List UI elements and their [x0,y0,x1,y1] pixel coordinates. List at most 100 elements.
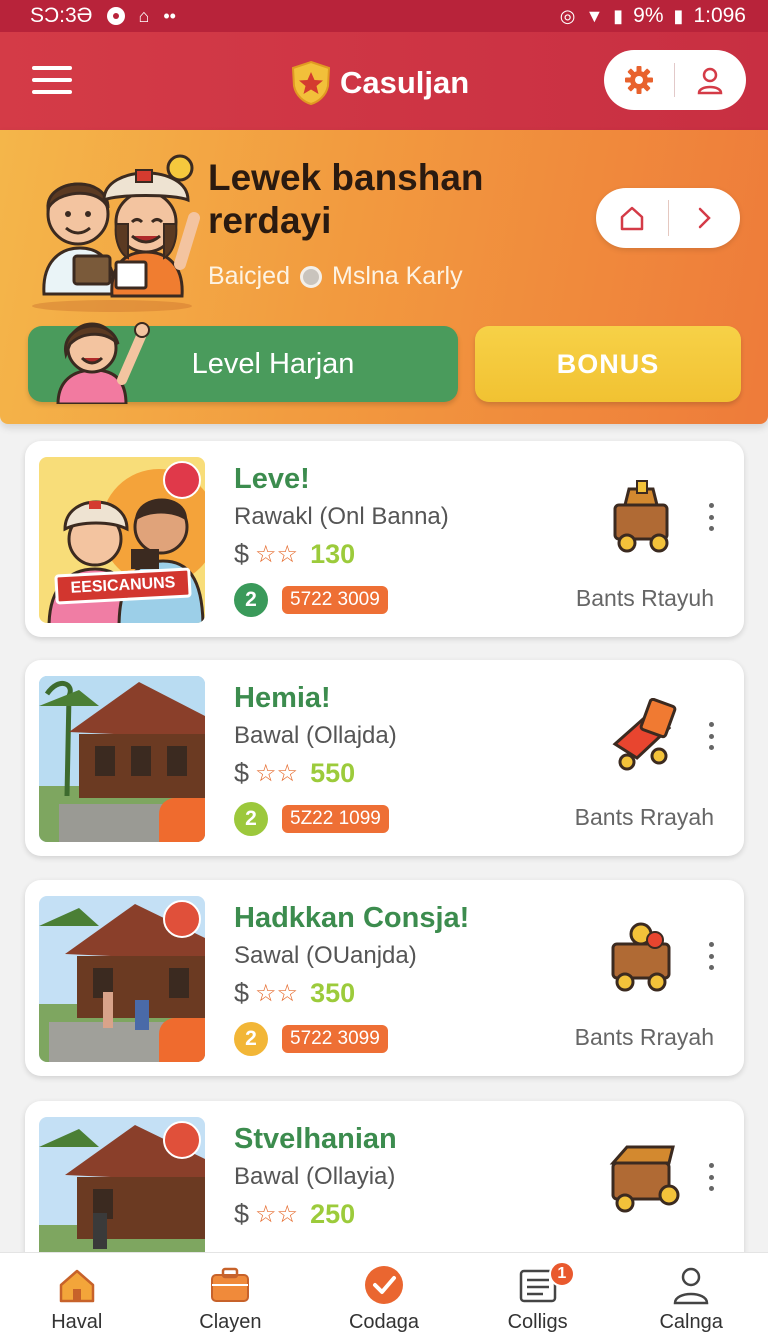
more-notifications-icon: •• [163,5,176,26]
meta-row: 2 5722 3099 [234,1022,388,1056]
stars-icon: ☆☆ [255,1201,299,1228]
rating-row: $ ☆☆ 130 [234,539,355,570]
red-wagon-icon [612,698,677,771]
level-button-label: Level Harjan [191,347,355,380]
more-dot-icon [708,722,714,727]
more-dot-icon [708,514,714,520]
home-outline-icon [620,206,643,231]
stars-icon: ☆☆ [255,760,299,787]
more-dot-icon [708,745,714,750]
more-dot-icon [708,1174,714,1180]
item-thumbnail [39,896,205,1062]
nav-item-calnga[interactable]: Calnga [614,1253,768,1344]
menu-icon-line [32,78,72,82]
item-price: 350 [310,978,356,1008]
notification-badge: 1 [548,1261,575,1287]
bonus-button-label: BONUS [556,348,660,379]
header-actions [604,50,746,110]
shield-star-icon [291,60,331,106]
settings-button[interactable] [604,50,674,110]
item-title: Hemia! [234,682,331,714]
bottom-navigation: Haval Clayen Codaga 1 Colligs Calnga [0,1252,768,1344]
check-corner-icon [159,1018,205,1062]
currency-icon: $ [234,1199,250,1229]
favorite-badge-icon [163,1121,201,1159]
currency-icon: $ [234,758,250,788]
item-owner: Bants Rrayah [574,804,714,830]
item-price: 250 [310,1199,356,1229]
more-options-button[interactable] [701,938,721,974]
nav-label: Clayen [199,1311,262,1333]
currency-icon: $ [234,539,250,569]
meta-row: 2 5722 3009 [234,583,388,617]
app-notification-icon: ⌂ [138,5,150,26]
profile-button[interactable] [675,50,745,110]
alarm-icon: ◎ [559,5,576,26]
item-price: 130 [310,539,356,569]
more-dot-icon [708,1163,714,1168]
stars-icon: ☆☆ [255,980,299,1007]
item-title: Leve! [234,463,310,495]
item-title: Hadkkan Consja! [234,902,470,934]
nav-item-haval[interactable]: Haval [0,1253,154,1344]
brand: Casuljan [290,60,469,106]
app-name: Casuljan [340,65,470,100]
check-corner-icon [159,798,205,842]
code-pill: 5Z22 1099 [282,805,389,833]
code-pill: 5722 3099 [282,1025,388,1053]
next-button[interactable] [669,188,741,248]
item-owner: Bants Rtayuh [575,585,714,611]
more-options-button[interactable] [701,499,721,535]
more-dot-icon [708,733,714,739]
hero-banner: Lewek banshan rerdayi Baicjed Mslna Karl… [0,130,768,424]
meta-row: 2 5Z22 1099 [234,802,389,836]
rating-row: $ ☆☆ 250 [234,1199,355,1230]
more-dot-icon [708,942,714,947]
wifi-icon: ▼ [585,5,604,26]
separator-dot-icon [300,265,322,288]
more-dot-icon [708,503,714,508]
currency-icon: $ [234,978,250,1008]
signal-icon: ▮ [613,5,624,26]
rating-row: $ ☆☆ 350 [234,978,355,1009]
status-clock: 1:096 [693,4,746,27]
nav-item-colligs[interactable]: 1 Colligs [461,1253,615,1344]
nav-item-codaga[interactable]: Codaga [307,1253,461,1344]
person-icon [673,1267,709,1305]
item-subtitle: Sawal (OUanjda) [234,942,417,969]
coin-cart-icon [611,922,671,992]
user-icon [697,67,723,95]
hero-sub-left: Baicjed [208,262,290,290]
bonus-button[interactable]: BONUS [475,326,741,402]
level-badge: 2 [234,583,268,617]
nav-item-clayen[interactable]: Clayen [154,1253,308,1344]
more-options-button[interactable] [701,1159,721,1195]
level-badge: 2 [234,1022,268,1056]
rating-row: $ ☆☆ 550 [234,758,355,789]
list-item[interactable]: Hemia! Bawal (Ollajda) $ ☆☆ 550 2 5Z22 1… [25,660,744,856]
item-thumbnail [39,676,205,842]
more-dot-icon [708,965,714,970]
more-dot-icon [708,526,714,531]
item-thumbnail: EESICANUNS [39,457,205,623]
menu-icon-line [32,90,72,94]
home-icon [59,1269,95,1303]
list-item[interactable]: Hadkkan Consja! Sawal (OUanjda) $ ☆☆ 350… [25,880,744,1076]
list-item[interactable]: EESICANUNS Leve! Rawakl (Onl Banna) $ ☆☆… [25,441,744,637]
item-subtitle: Bawal (Ollajda) [234,722,397,749]
family-illustration [32,154,200,312]
more-options-button[interactable] [701,718,721,754]
favorite-badge-icon [163,461,201,499]
item-price: 550 [310,758,356,788]
more-dot-icon [708,1186,714,1191]
app-header: Casuljan [0,32,768,130]
battery-icon: ▮ [673,5,684,26]
nav-label: Codaga [348,1311,420,1333]
home-button[interactable] [596,188,668,248]
chevron-right-icon [699,207,712,229]
treasure-cart-icon [613,480,669,553]
menu-button[interactable] [32,66,72,96]
chest-cart-icon [609,1145,680,1213]
briefcase-icon [211,1267,250,1302]
favorite-badge-icon [163,900,201,938]
